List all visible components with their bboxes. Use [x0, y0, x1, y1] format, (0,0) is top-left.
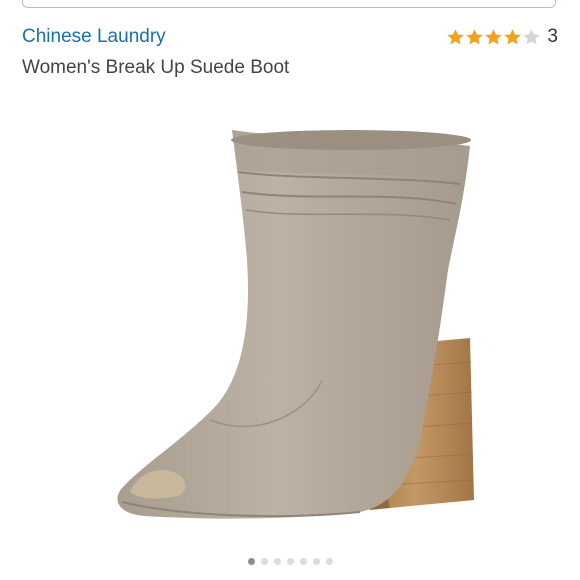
carousel-dot[interactable]: [247, 558, 255, 565]
star-filled-icon: [466, 28, 484, 45]
star-filled-icon: [504, 28, 522, 45]
star-rating: [446, 28, 541, 47]
search-bar[interactable]: [22, 0, 556, 8]
carousel-dot[interactable]: [286, 558, 294, 565]
star-filled-icon: [485, 28, 503, 45]
carousel-dot[interactable]: [273, 558, 281, 565]
carousel-dot[interactable]: [260, 558, 268, 565]
carousel-indicator[interactable]: [0, 558, 580, 565]
rating[interactable]: 3: [446, 24, 558, 50]
star-filled-icon: [447, 28, 465, 45]
boot-opening: [231, 130, 471, 150]
rating-count: 3: [547, 26, 558, 47]
product-image[interactable]: [60, 80, 520, 550]
carousel-dot[interactable]: [325, 558, 333, 565]
brand-link[interactable]: Chinese Laundry: [22, 24, 166, 50]
carousel-dot[interactable]: [312, 558, 320, 565]
product-title: Women's Break Up Suede Boot: [22, 57, 290, 78]
carousel-dot[interactable]: [299, 558, 307, 565]
star-empty-icon: [523, 28, 541, 45]
